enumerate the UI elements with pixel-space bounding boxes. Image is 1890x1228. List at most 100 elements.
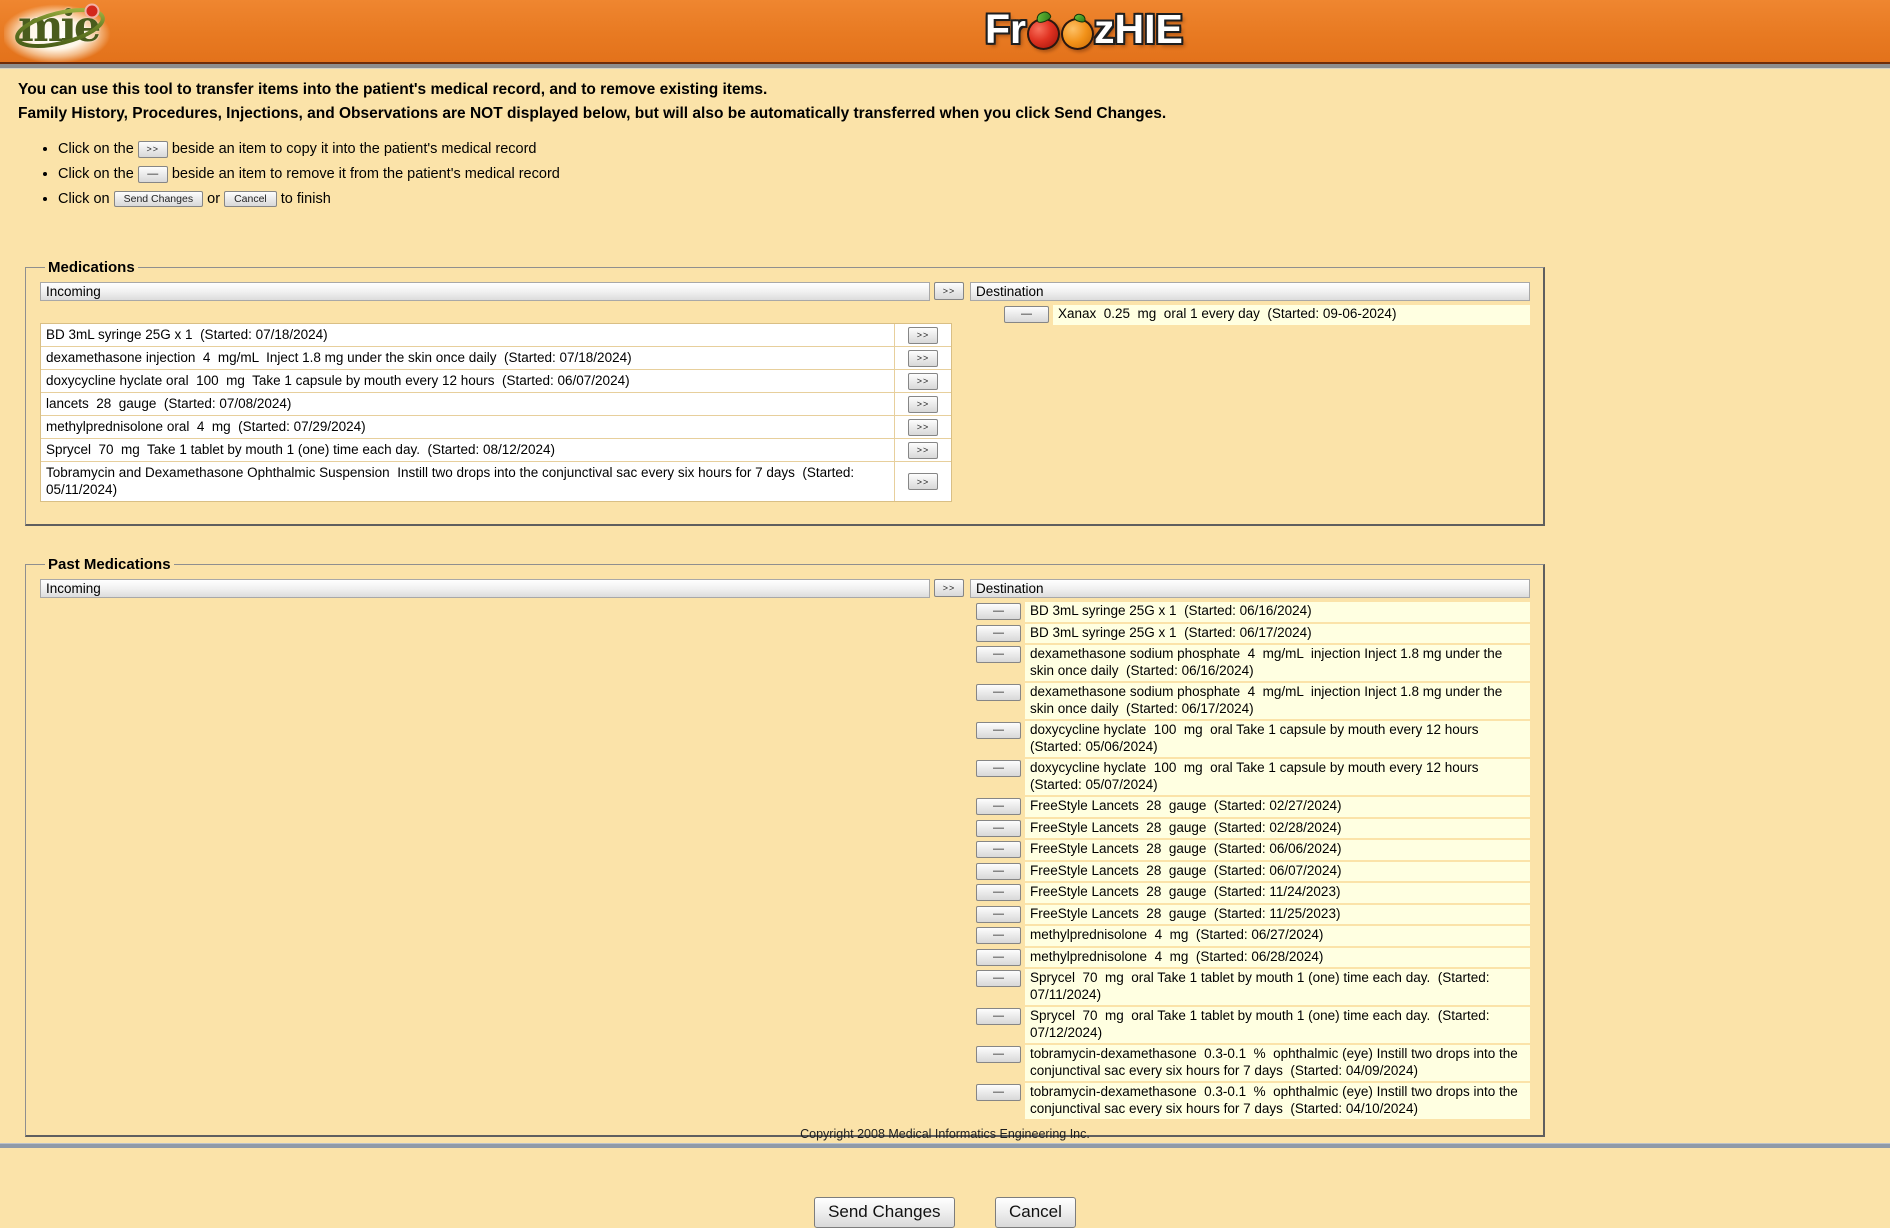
incoming-item-row: Sprycel 70 mg Take 1 tablet by mouth 1 (…: [41, 439, 951, 462]
destination-item-row: —dexamethasone sodium phosphate 4 mg/mL …: [970, 645, 1530, 681]
medications-section-title: Medications: [45, 259, 138, 276]
incoming-item-text: methylprednisolone oral 4 mg (Started: 0…: [41, 416, 894, 438]
remove-item-button[interactable]: —: [976, 1046, 1021, 1063]
instruction-remove-pre: Click on the: [58, 166, 134, 182]
copy-button-cell: >>: [894, 462, 951, 501]
copy-item-button[interactable]: >>: [908, 442, 938, 459]
copyright-text: Copyright 2008 Medical Informatics Engin…: [0, 1127, 1890, 1141]
instruction-remove-post: beside an item to remove it from the pat…: [172, 166, 560, 182]
destination-item-text: methylprednisolone 4 mg (Started: 06/28/…: [1025, 948, 1530, 968]
destination-item-row: —doxycycline hyclate 100 mg oral Take 1 …: [970, 759, 1530, 795]
window-bottom-edge: [0, 1143, 1890, 1148]
destination-item-text: FreeStyle Lancets 28 gauge (Started: 11/…: [1025, 905, 1530, 925]
incoming-item-row: BD 3mL syringe 25G x 1 (Started: 07/18/2…: [41, 324, 951, 347]
destination-item-row: —FreeStyle Lancets 28 gauge (Started: 11…: [970, 883, 1530, 903]
incoming-list: [40, 598, 952, 1121]
remove-item-button[interactable]: —: [976, 820, 1021, 837]
cancel-button[interactable]: Cancel: [995, 1197, 1076, 1228]
remove-example-button[interactable]: —: [138, 166, 168, 183]
remove-item-button[interactable]: —: [976, 760, 1021, 777]
past-medications-section-title: Past Medications: [45, 556, 174, 573]
destination-item-text: methylprednisolone 4 mg (Started: 06/27/…: [1025, 926, 1530, 946]
instruction-remove: Click on the — beside an item to remove …: [58, 164, 1890, 184]
destination-item-text: FreeStyle Lancets 28 gauge (Started: 02/…: [1025, 797, 1530, 817]
remove-item-button[interactable]: —: [976, 927, 1021, 944]
destination-item-row: —FreeStyle Lancets 28 gauge (Started: 06…: [970, 840, 1530, 860]
destination-item-row: —methylprednisolone 4 mg (Started: 06/27…: [970, 926, 1530, 946]
destination-item-row: —methylprednisolone 4 mg (Started: 06/28…: [970, 948, 1530, 968]
remove-item-button[interactable]: —: [976, 841, 1021, 858]
remove-item-button[interactable]: —: [976, 970, 1021, 987]
incoming-item-row: Tobramycin and Dexamethasone Ophthalmic …: [41, 462, 951, 501]
remove-item-button[interactable]: —: [976, 1008, 1021, 1025]
incoming-item-row: doxycycline hyclate oral 100 mg Take 1 c…: [41, 370, 951, 393]
destination-item-row: —BD 3mL syringe 25G x 1 (Started: 06/16/…: [970, 602, 1530, 622]
medications-section: Medications Incoming >> Destination BD 3…: [25, 259, 1545, 526]
destination-item-row: —Sprycel 70 mg oral Take 1 tablet by mou…: [970, 1007, 1530, 1043]
copy-item-button[interactable]: >>: [908, 473, 938, 490]
apple-leaf-icon: [1035, 10, 1053, 25]
incoming-item-text: Tobramycin and Dexamethasone Ophthalmic …: [41, 462, 894, 501]
destination-item-text: tobramycin-dexamethasone 0.3-0.1 % ophth…: [1025, 1083, 1530, 1119]
destination-item-text: dexamethasone sodium phosphate 4 mg/mL i…: [1025, 645, 1530, 681]
destination-item-text: doxycycline hyclate 100 mg oral Take 1 c…: [1025, 721, 1530, 757]
copy-item-button[interactable]: >>: [908, 396, 938, 413]
transfer-all-button[interactable]: >>: [934, 579, 964, 597]
copy-item-button[interactable]: >>: [908, 373, 938, 390]
incoming-list: BD 3mL syringe 25G x 1 (Started: 07/18/2…: [40, 323, 952, 502]
remove-item-button[interactable]: —: [976, 646, 1021, 663]
destination-item-text: Xanax 0.25 mg oral 1 every day (Started:…: [1053, 305, 1530, 325]
instruction-copy-pre: Click on the: [58, 141, 134, 157]
destination-item-text: tobramycin-dexamethasone 0.3-0.1 % ophth…: [1025, 1045, 1530, 1081]
copy-button-cell: >>: [894, 393, 951, 415]
incoming-column-header: Incoming: [40, 579, 930, 598]
remove-item-button[interactable]: —: [976, 906, 1021, 923]
intro-text: You can use this tool to transfer items …: [18, 78, 1890, 126]
remove-item-button[interactable]: —: [976, 625, 1021, 642]
remove-item-button[interactable]: —: [976, 722, 1021, 739]
cancel-small-button[interactable]: Cancel: [224, 191, 277, 207]
remove-item-button[interactable]: —: [976, 798, 1021, 815]
orange-icon: [1061, 18, 1094, 50]
destination-column-header: Destination: [970, 579, 1530, 598]
remove-item-button[interactable]: —: [976, 603, 1021, 620]
main-content: You can use this tool to transfer items …: [0, 78, 1890, 1228]
destination-item-text: FreeStyle Lancets 28 gauge (Started: 02/…: [1025, 819, 1530, 839]
remove-item-button[interactable]: —: [976, 863, 1021, 880]
copy-example-button[interactable]: >>: [138, 141, 168, 158]
remove-item-button[interactable]: —: [976, 1084, 1021, 1101]
destination-item-text: FreeStyle Lancets 28 gauge (Started: 06/…: [1025, 862, 1530, 882]
destination-item-row: —BD 3mL syringe 25G x 1 (Started: 06/17/…: [970, 624, 1530, 644]
destination-item-row: —FreeStyle Lancets 28 gauge (Started: 11…: [970, 905, 1530, 925]
transfer-all-button[interactable]: >>: [934, 282, 964, 300]
destination-item-text: FreeStyle Lancets 28 gauge (Started: 11/…: [1025, 883, 1530, 903]
send-changes-button[interactable]: Send Changes: [814, 1197, 954, 1228]
destination-item-row: —FreeStyle Lancets 28 gauge (Started: 06…: [970, 862, 1530, 882]
intro-line-2: Family History, Procedures, Injections, …: [18, 102, 1890, 126]
intro-line-1: You can use this tool to transfer items …: [18, 78, 1890, 102]
destination-item-row: —Xanax 0.25 mg oral 1 every day (Started…: [970, 305, 1530, 325]
copy-button-cell: >>: [894, 370, 951, 392]
medications-transfer-table: Incoming >> Destination BD 3mL syringe 2…: [40, 282, 1530, 502]
instruction-finish: Click on Send Changes or Cancel to finis…: [58, 189, 1890, 209]
transfer-all-cell: >>: [930, 282, 968, 301]
destination-list: —BD 3mL syringe 25G x 1 (Started: 06/16/…: [970, 598, 1530, 1121]
logo-text-prefix: Fr: [985, 7, 1026, 51]
copy-item-button[interactable]: >>: [908, 419, 938, 436]
copy-item-button[interactable]: >>: [908, 327, 938, 344]
copy-item-button[interactable]: >>: [908, 350, 938, 367]
copy-button-cell: >>: [894, 347, 951, 369]
incoming-item-text: doxycycline hyclate oral 100 mg Take 1 c…: [41, 370, 894, 392]
copy-button-cell: >>: [894, 324, 951, 346]
destination-item-row: —dexamethasone sodium phosphate 4 mg/mL …: [970, 683, 1530, 719]
orange-leaf-icon: [1073, 12, 1087, 23]
remove-item-button[interactable]: —: [976, 684, 1021, 701]
froozhie-logo: FrzHIE: [985, 7, 1183, 51]
send-changes-small-button[interactable]: Send Changes: [114, 191, 203, 207]
incoming-item-row: lancets 28 gauge (Started: 07/08/2024)>>: [41, 393, 951, 416]
remove-item-button[interactable]: —: [976, 884, 1021, 901]
remove-item-button[interactable]: —: [976, 949, 1021, 966]
remove-item-button[interactable]: —: [1004, 306, 1049, 323]
instruction-finish-mid: or: [207, 191, 220, 207]
header-separator-gray: [0, 64, 1890, 69]
